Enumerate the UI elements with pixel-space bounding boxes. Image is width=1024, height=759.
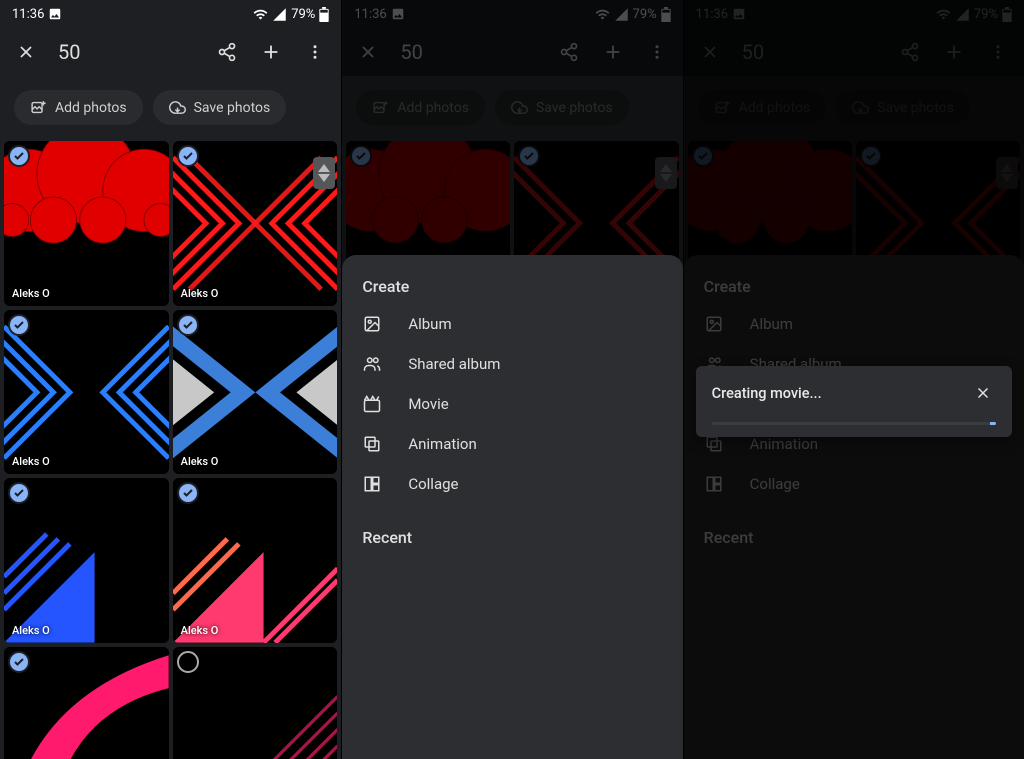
status-battery: 79% xyxy=(291,7,315,22)
progress-bar xyxy=(712,422,996,425)
signal-icon xyxy=(272,7,287,22)
share-icon[interactable] xyxy=(207,32,247,72)
collage-icon xyxy=(362,474,382,494)
create-bottom-sheet: Create Album Shared album Movie Animatio… xyxy=(342,255,682,759)
unselected-circle-icon[interactable] xyxy=(177,651,199,673)
add-photos-label: Add photos xyxy=(55,100,127,116)
photo-owner-label: Aleks O xyxy=(181,624,219,637)
sort-handle-icon[interactable] xyxy=(313,157,335,189)
photo-thumbnail[interactable]: Aleks O xyxy=(173,141,338,306)
close-icon[interactable] xyxy=(6,32,46,72)
photo-thumbnail[interactable]: Aleks O xyxy=(173,478,338,643)
photo-grid[interactable]: Aleks O Aleks O xyxy=(0,141,341,759)
photo-thumbnail[interactable] xyxy=(173,647,338,759)
photo-owner-label: Aleks O xyxy=(12,455,50,468)
add-icon[interactable] xyxy=(251,32,291,72)
photo-owner-label: Aleks O xyxy=(181,455,219,468)
selection-count: 50 xyxy=(50,40,203,64)
photo-thumbnail[interactable]: Aleks O xyxy=(4,478,169,643)
status-time: 11:36 xyxy=(12,7,44,22)
photo-thumbnail[interactable]: Aleks O xyxy=(4,310,169,475)
create-movie-item[interactable]: Movie xyxy=(362,384,662,424)
create-animation-label: Animation xyxy=(408,435,476,453)
album-icon xyxy=(362,314,382,334)
shared-album-icon xyxy=(362,354,382,374)
creating-movie-label: Creating movie... xyxy=(712,385,822,402)
add-photos-button[interactable]: Add photos xyxy=(14,90,143,125)
selected-check-icon[interactable] xyxy=(177,145,199,167)
panel-selection: 11:36 79% 50 Add photos xyxy=(0,0,341,759)
panel-create-sheet: 11:36 79% 50 Add photos Save photos xyxy=(341,0,682,759)
wifi-icon xyxy=(253,7,268,22)
battery-icon xyxy=(319,7,329,22)
create-animation-item[interactable]: Animation xyxy=(362,424,662,464)
create-collage-item[interactable]: Collage xyxy=(362,464,662,504)
selected-check-icon[interactable] xyxy=(177,314,199,336)
selected-check-icon[interactable] xyxy=(8,651,30,673)
create-album-label: Album xyxy=(408,315,451,333)
picture-indicator-icon xyxy=(48,7,62,21)
add-photo-icon xyxy=(30,99,47,116)
photo-thumbnail[interactable] xyxy=(4,647,169,759)
sheet-section-recent: Recent xyxy=(362,528,662,547)
create-shared-album-label: Shared album xyxy=(408,355,500,373)
save-photos-label: Save photos xyxy=(194,100,271,116)
dialog-close-icon[interactable] xyxy=(970,380,996,406)
photo-owner-label: Aleks O xyxy=(12,624,50,637)
create-album-item[interactable]: Album xyxy=(362,304,662,344)
photo-owner-label: Aleks O xyxy=(12,287,50,300)
sheet-section-create: Create xyxy=(362,277,662,296)
photo-owner-label: Aleks O xyxy=(181,287,219,300)
create-movie-label: Movie xyxy=(408,395,448,413)
panel-creating-movie: 11:36 79% 50 Add photos Save photos xyxy=(683,0,1024,759)
movie-icon xyxy=(362,394,382,414)
overflow-menu-icon[interactable] xyxy=(295,32,335,72)
action-chip-row: Add photos Save photos xyxy=(0,76,341,141)
creating-movie-dialog: Creating movie... xyxy=(696,366,1012,437)
cloud-save-icon xyxy=(169,99,186,116)
status-bar: 11:36 79% xyxy=(0,0,341,28)
selected-check-icon[interactable] xyxy=(177,482,199,504)
save-photos-button[interactable]: Save photos xyxy=(153,90,287,125)
animation-icon xyxy=(362,434,382,454)
create-collage-label: Collage xyxy=(408,475,458,493)
selection-header: 50 xyxy=(0,28,341,76)
photo-thumbnail[interactable]: Aleks O xyxy=(4,141,169,306)
photo-thumbnail[interactable]: Aleks O xyxy=(173,310,338,475)
selected-check-icon[interactable] xyxy=(8,145,30,167)
selected-check-icon[interactable] xyxy=(8,314,30,336)
create-shared-album-item[interactable]: Shared album xyxy=(362,344,662,384)
